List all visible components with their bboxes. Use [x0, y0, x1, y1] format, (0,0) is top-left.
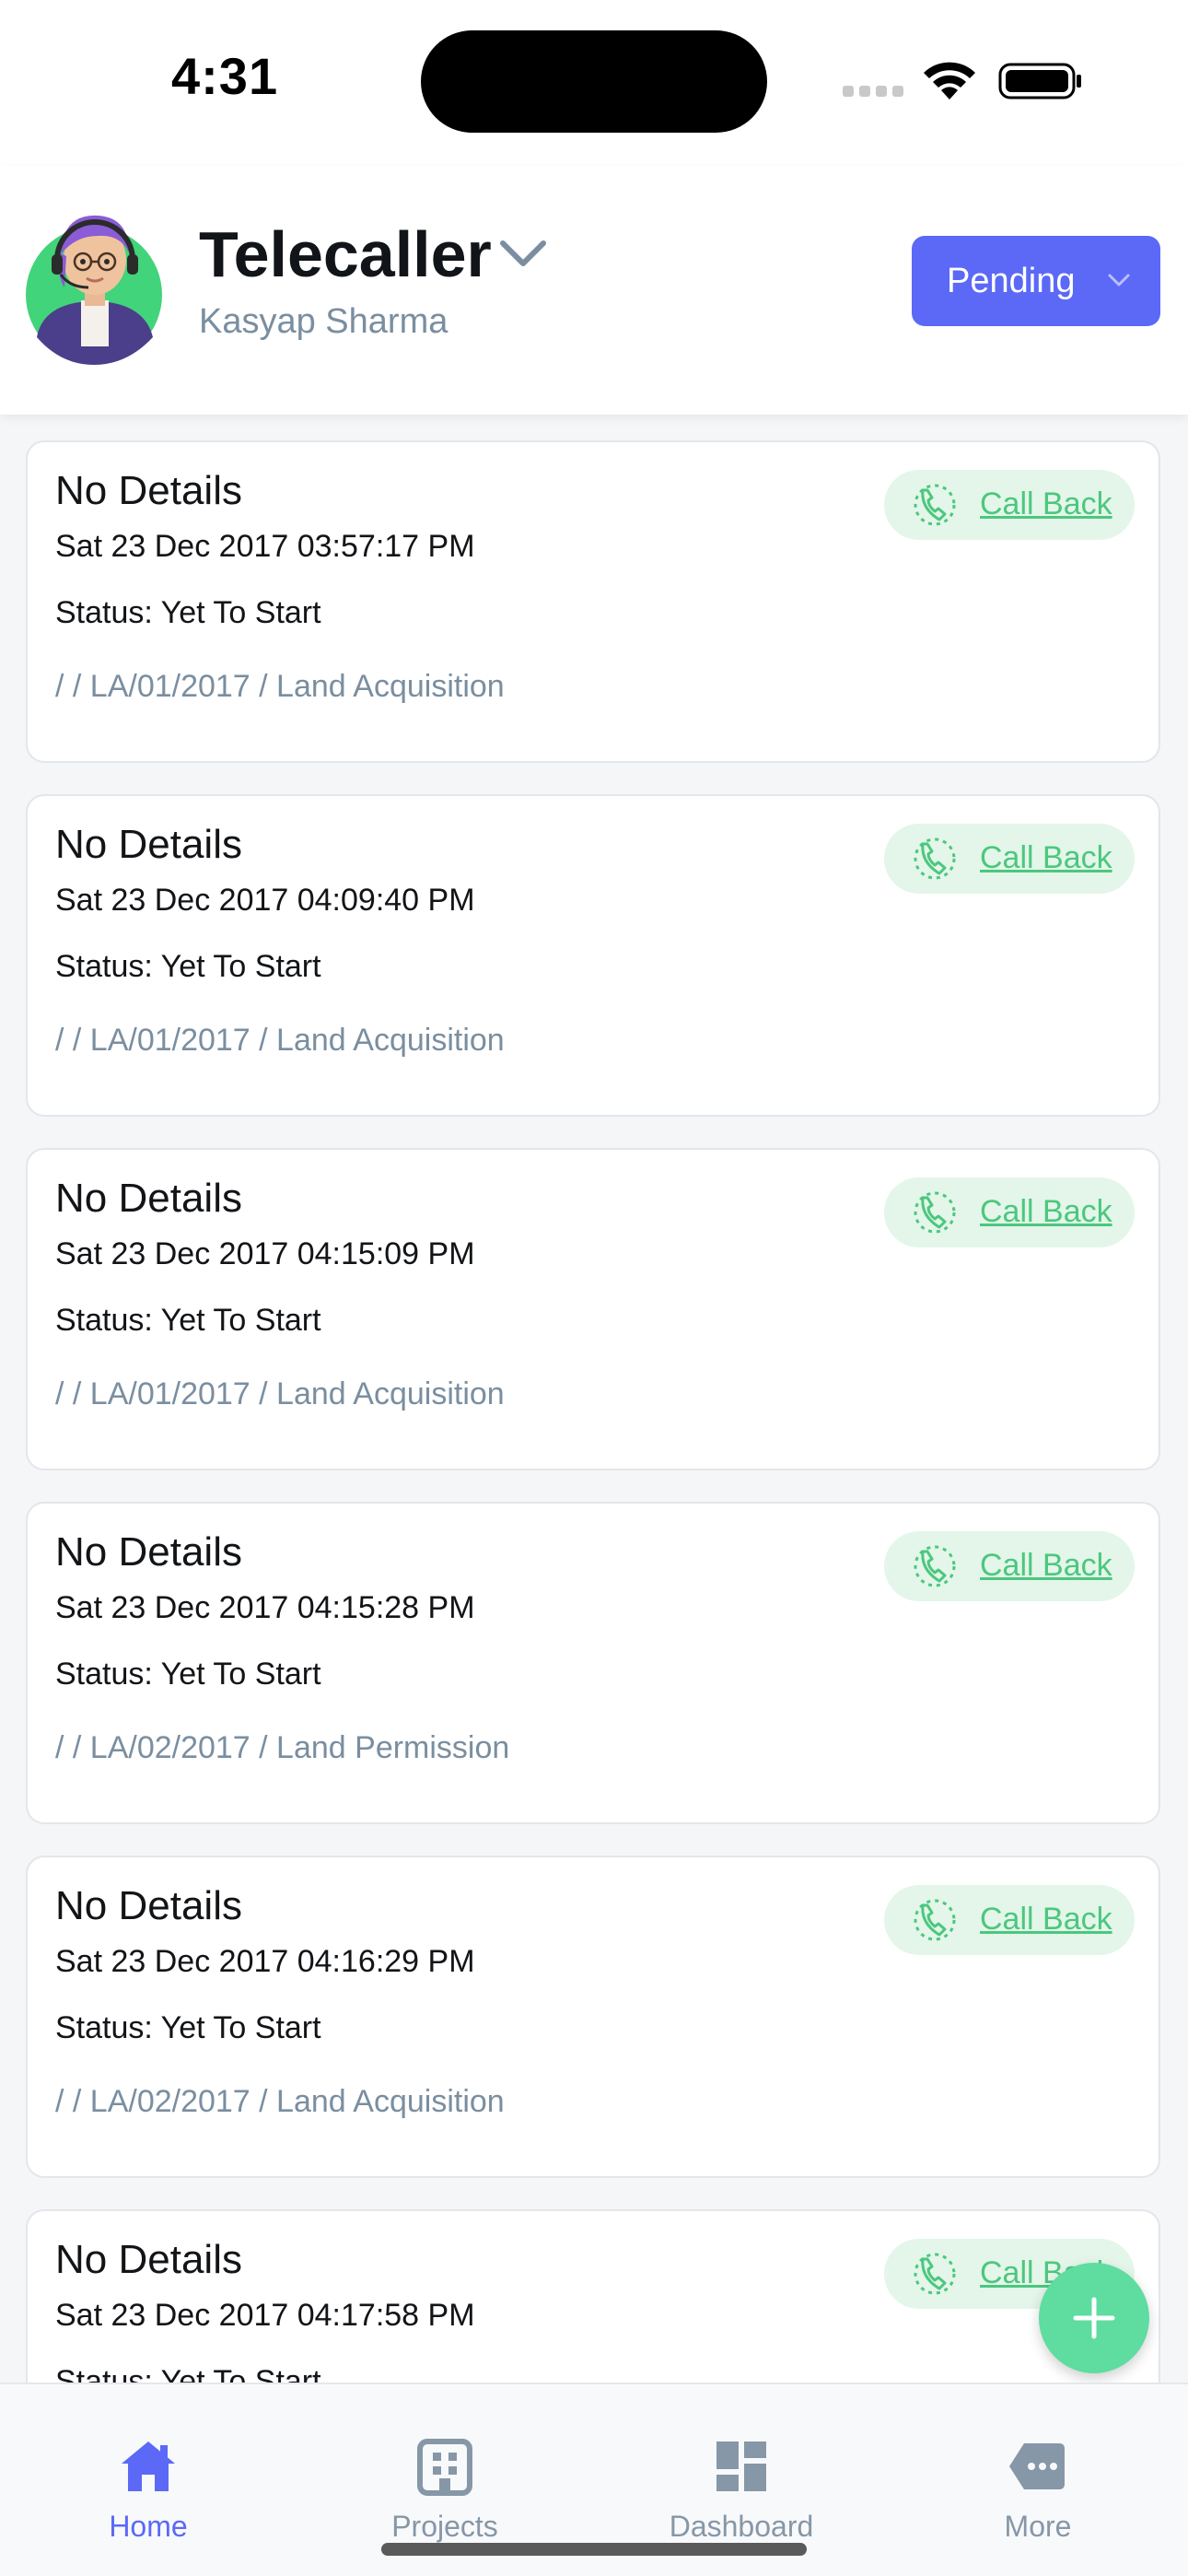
tab-dashboard[interactable]: Dashboard — [593, 2384, 890, 2543]
card-status: Status: Yet To Start — [55, 2364, 321, 2383]
card-date: Sat 23 Dec 2017 03:57:17 PM — [55, 529, 475, 564]
card-path: / / LA/01/2017 / Land Acquisition — [55, 1376, 505, 1411]
call-list[interactable]: No Details Sat 23 Dec 2017 03:57:17 PM S… — [0, 439, 1188, 2383]
call-card[interactable]: No Details Sat 23 Dec 2017 04:09:40 PM S… — [26, 794, 1160, 1117]
home-icon — [122, 2441, 175, 2491]
call-back-label: Call Back — [980, 1548, 1112, 1583]
call-card[interactable]: No Details Sat 23 Dec 2017 04:15:28 PM S… — [26, 1502, 1160, 1824]
more-icon — [1009, 2443, 1065, 2489]
phone-callback-icon — [914, 2253, 956, 2295]
tab-home[interactable]: Home — [0, 2384, 297, 2543]
call-card[interactable]: No Details Sat 23 Dec 2017 03:57:17 PM S… — [26, 440, 1160, 763]
dashboard-icon — [716, 2441, 766, 2491]
phone-callback-icon — [914, 1545, 956, 1587]
card-path: / / LA/02/2017 / Land Permission — [55, 1730, 510, 1765]
wifi-icon — [924, 62, 975, 100]
card-date: Sat 23 Dec 2017 04:15:28 PM — [55, 1590, 475, 1625]
card-title: No Details — [55, 2237, 242, 2282]
card-status: Status: Yet To Start — [55, 1657, 321, 1692]
phone-callback-icon — [914, 1191, 956, 1234]
card-path: / / LA/01/2017 / Land Acquisition — [55, 669, 505, 704]
card-title: No Details — [55, 822, 242, 867]
card-date: Sat 23 Dec 2017 04:15:09 PM — [55, 1236, 475, 1271]
app-header: Telecaller Kasyap Sharma Pending — [0, 166, 1188, 415]
call-card[interactable]: No Details Sat 23 Dec 2017 04:17:58 PM S… — [26, 2209, 1160, 2383]
status-time: 4:31 — [171, 47, 279, 105]
phone-callback-icon — [914, 484, 956, 526]
tab-label: More — [1004, 2510, 1072, 2543]
call-back-label: Call Back — [980, 1902, 1112, 1937]
status-filter-dropdown[interactable]: Pending — [912, 236, 1160, 326]
card-title: No Details — [55, 1883, 242, 1928]
chevron-down-icon[interactable] — [497, 236, 549, 273]
call-back-button[interactable]: Call Back — [884, 1531, 1135, 1601]
card-date: Sat 23 Dec 2017 04:17:58 PM — [55, 2298, 475, 2333]
battery-icon — [998, 63, 1081, 100]
card-title: No Details — [55, 1529, 242, 1575]
cellular-signal-icon — [843, 86, 905, 99]
phone-callback-icon — [914, 1899, 956, 1941]
tab-label: Dashboard — [669, 2510, 814, 2543]
tab-label: Home — [109, 2510, 188, 2543]
card-date: Sat 23 Dec 2017 04:09:40 PM — [55, 883, 475, 918]
call-back-button[interactable]: Call Back — [884, 470, 1135, 540]
tab-label: Projects — [391, 2510, 498, 2543]
card-path: / / LA/01/2017 / Land Acquisition — [55, 1023, 505, 1058]
call-back-button[interactable]: Call Back — [884, 1177, 1135, 1247]
tab-more[interactable]: More — [890, 2384, 1186, 2543]
card-title: No Details — [55, 1176, 242, 1221]
phone-callback-icon — [914, 837, 956, 880]
add-fab-button[interactable] — [1039, 2263, 1149, 2373]
call-card[interactable]: No Details Sat 23 Dec 2017 04:16:29 PM S… — [26, 1856, 1160, 2178]
status-bar: 4:31 — [0, 0, 1188, 166]
call-back-button[interactable]: Call Back — [884, 1885, 1135, 1955]
building-icon — [417, 2439, 472, 2496]
call-back-label: Call Back — [980, 486, 1112, 521]
call-back-label: Call Back — [980, 1194, 1112, 1229]
user-name: Kasyap Sharma — [199, 302, 448, 341]
home-indicator[interactable] — [381, 2543, 807, 2556]
card-date: Sat 23 Dec 2017 04:16:29 PM — [55, 1944, 475, 1979]
card-status: Status: Yet To Start — [55, 595, 321, 630]
card-status: Status: Yet To Start — [55, 1303, 321, 1338]
user-avatar[interactable] — [24, 199, 164, 365]
status-filter-label: Pending — [947, 261, 1076, 300]
plus-icon — [1073, 2297, 1115, 2339]
card-title: No Details — [55, 468, 242, 513]
chevron-down-icon — [1108, 274, 1130, 287]
call-back-label: Call Back — [980, 840, 1112, 875]
call-back-button[interactable]: Call Back — [884, 824, 1135, 894]
card-status: Status: Yet To Start — [55, 2010, 321, 2045]
role-title[interactable]: Telecaller — [199, 217, 492, 291]
tab-projects[interactable]: Projects — [297, 2384, 593, 2543]
app-screen: 4:31 Telecaller Kasyap Sharma Pending No… — [0, 0, 1188, 2576]
card-path: / / LA/02/2017 / Land Acquisition — [55, 2084, 505, 2119]
card-status: Status: Yet To Start — [55, 949, 321, 984]
dynamic-island — [421, 30, 767, 133]
call-card[interactable]: No Details Sat 23 Dec 2017 04:15:09 PM S… — [26, 1148, 1160, 1470]
